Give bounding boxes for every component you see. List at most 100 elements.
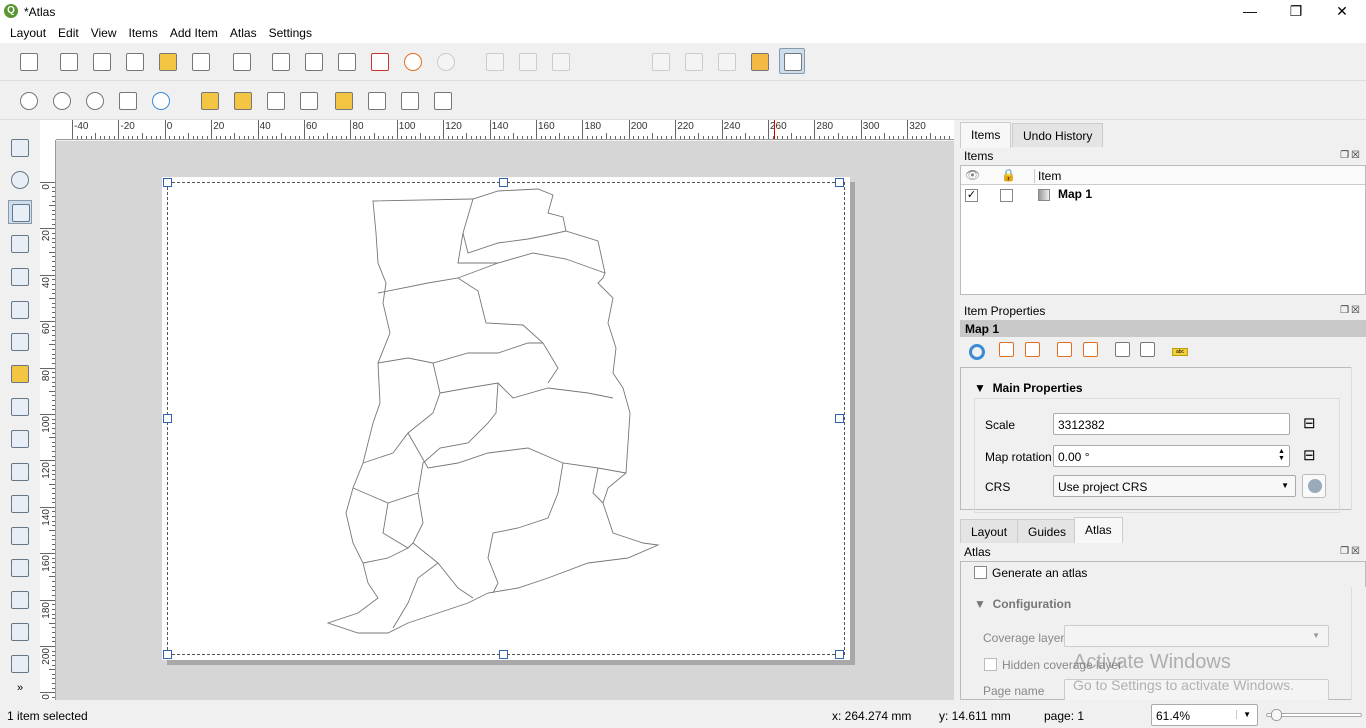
select-move-icon[interactable] — [8, 200, 32, 224]
items-list[interactable]: 👁 🔒 Item ✓ Map 1 — [960, 165, 1366, 295]
add-picture-icon[interactable] — [8, 362, 32, 386]
add-polygon-icon[interactable] — [8, 588, 32, 612]
configuration-header[interactable]: ▼ Configuration — [974, 597, 1071, 611]
add-3d-map-icon[interactable] — [8, 330, 32, 354]
refresh-icon[interactable] — [148, 88, 174, 114]
tab-undo-history[interactable]: Undo History — [1012, 123, 1104, 147]
new-layout-icon[interactable] — [56, 49, 82, 75]
zoom-out-icon[interactable] — [49, 88, 75, 114]
add-scalebar-icon[interactable] — [8, 460, 32, 484]
vertical-ruler[interactable]: 020406080100120140160180200220 — [40, 140, 56, 700]
menu-items[interactable]: Items — [123, 23, 164, 43]
map-item-map-1[interactable] — [167, 182, 845, 655]
undo-icon[interactable] — [400, 49, 426, 75]
atlas-settings-icon[interactable] — [747, 49, 773, 75]
crs-select[interactable]: Use project CRS ▼ — [1053, 475, 1296, 497]
labeling-settings-icon[interactable]: abc — [1172, 348, 1188, 356]
dock-float-close-icon[interactable]: ❐☒ — [1340, 150, 1362, 161]
resize-handle[interactable] — [499, 178, 508, 187]
lock-items-icon[interactable] — [197, 88, 223, 114]
add-shape-icon[interactable] — [8, 524, 32, 548]
save-template-icon[interactable] — [188, 49, 214, 75]
move-content-icon[interactable] — [1138, 340, 1158, 360]
zoom-tool-icon[interactable] — [8, 168, 32, 192]
ungroup-icon[interactable] — [296, 88, 322, 114]
menu-add-item[interactable]: Add Item — [164, 23, 224, 43]
resize-handle[interactable] — [163, 178, 172, 187]
open-template-icon[interactable] — [155, 49, 181, 75]
tab-atlas[interactable]: Atlas — [1074, 517, 1123, 543]
add-legend-icon[interactable] — [8, 427, 32, 451]
horizontal-ruler[interactable]: -40 -20 0 20 40 60 80 100 120 140 160 180 200 220 240 2… — [56, 120, 954, 140]
pan-icon[interactable] — [8, 136, 32, 160]
add-north-arrow-icon[interactable] — [8, 492, 32, 516]
zoom-slider[interactable] — [1266, 709, 1362, 721]
resize-handle[interactable] — [163, 650, 172, 659]
resize-items-icon[interactable] — [430, 88, 456, 114]
bookmark-icon[interactable] — [1113, 340, 1133, 360]
resize-handle[interactable] — [835, 650, 844, 659]
save-icon[interactable] — [16, 49, 42, 75]
last-feature-icon[interactable] — [681, 49, 707, 75]
previous-feature-icon[interactable] — [548, 49, 574, 75]
zoom-slider-handle[interactable] — [1271, 709, 1283, 721]
map-rotation-spinbox[interactable]: 0.00 ° — [1053, 445, 1290, 467]
set-extent-icon[interactable] — [997, 340, 1017, 360]
zoom-in-icon[interactable] — [16, 88, 42, 114]
crs-selector-button[interactable] — [1302, 474, 1326, 498]
export-image-icon[interactable] — [301, 49, 327, 75]
atlas-toolbar-toggle-icon[interactable] — [779, 48, 805, 74]
scale-input[interactable]: 3312382 — [1053, 413, 1290, 435]
menu-edit[interactable]: Edit — [52, 23, 85, 43]
resize-handle[interactable] — [499, 650, 508, 659]
raise-items-icon[interactable] — [331, 88, 357, 114]
menu-view[interactable]: View — [85, 23, 123, 43]
first-feature-icon[interactable] — [515, 49, 541, 75]
zoom-full-icon[interactable] — [115, 88, 141, 114]
data-defined-override-icon[interactable]: ⊟ — [1303, 414, 1316, 432]
export-pdf-icon[interactable] — [367, 49, 393, 75]
atlas-preview-icon[interactable] — [482, 49, 508, 75]
layout-canvas[interactable] — [56, 141, 954, 700]
refresh-map-icon[interactable] — [969, 344, 985, 360]
zoom-combo[interactable]: 61.4% ▼ — [1151, 704, 1258, 726]
align-items-icon[interactable] — [364, 88, 390, 114]
edit-nodes-icon[interactable] — [8, 265, 32, 289]
spin-arrows-icon[interactable]: ▲ ▼ — [1278, 448, 1285, 462]
print-icon[interactable] — [268, 49, 294, 75]
duplicate-layout-icon[interactable] — [89, 49, 115, 75]
print-atlas-icon[interactable] — [714, 49, 740, 75]
move-content-icon[interactable] — [8, 232, 32, 256]
properties-scrollbar[interactable] — [1351, 367, 1366, 510]
dock-float-close-icon[interactable]: ❐☒ — [1340, 546, 1362, 557]
redo-icon[interactable] — [433, 49, 459, 75]
generate-atlas-checkbox[interactable] — [974, 566, 987, 579]
data-defined-override-icon[interactable]: ⊟ — [1303, 446, 1316, 464]
tab-layout[interactable]: Layout — [960, 519, 1019, 543]
minimize-button[interactable]: — — [1227, 0, 1273, 23]
resize-handle[interactable] — [835, 178, 844, 187]
main-properties-header[interactable]: ▼ Main Properties — [974, 381, 1083, 395]
menu-layout[interactable]: Layout — [4, 23, 52, 43]
menu-atlas[interactable]: Atlas — [224, 23, 263, 43]
view-extent-icon[interactable] — [1023, 340, 1043, 360]
menu-settings[interactable]: Settings — [263, 23, 318, 43]
tab-guides[interactable]: Guides — [1017, 519, 1078, 543]
distribute-items-icon[interactable] — [397, 88, 423, 114]
resize-handle[interactable] — [163, 414, 172, 423]
add-html-icon[interactable] — [8, 620, 32, 644]
resize-handle[interactable] — [835, 414, 844, 423]
export-svg-icon[interactable] — [334, 49, 360, 75]
close-button[interactable]: ✕ — [1319, 0, 1365, 23]
unlock-items-icon[interactable] — [230, 88, 256, 114]
tab-items[interactable]: Items — [960, 122, 1012, 148]
dock-float-close-icon[interactable]: ❐☒ — [1340, 305, 1362, 316]
add-label-icon[interactable] — [8, 395, 32, 419]
lock-checkbox[interactable] — [1000, 189, 1013, 202]
next-feature-icon[interactable] — [648, 49, 674, 75]
atlas-scrollbar[interactable] — [1351, 587, 1366, 700]
visible-checkbox[interactable]: ✓ — [965, 189, 978, 202]
zoom-actual-icon[interactable] — [82, 88, 108, 114]
view-scale-icon[interactable] — [1081, 340, 1101, 360]
maximize-button[interactable]: ❐ — [1273, 0, 1319, 23]
